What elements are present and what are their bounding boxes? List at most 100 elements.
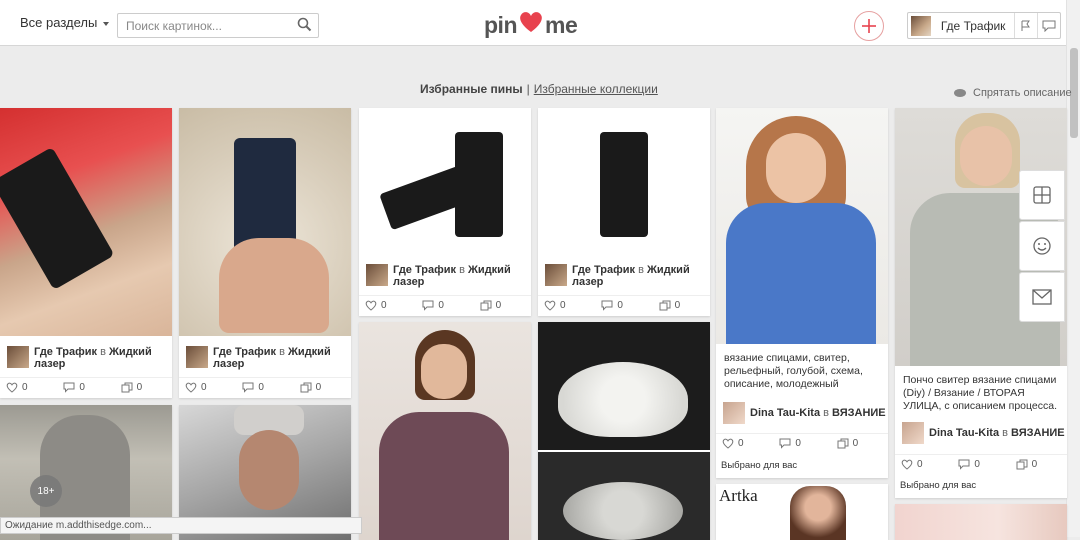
comment-button[interactable]: 0 — [236, 382, 293, 393]
like-button[interactable]: 0 — [895, 459, 952, 470]
like-button[interactable]: 0 — [359, 300, 416, 311]
board-name[interactable]: ВЯЗАНИЕ — [1011, 427, 1065, 439]
avatar — [911, 15, 931, 36]
repin-icon — [480, 300, 492, 311]
pin-card[interactable]: Где Трафик в Жидкий лазер 0 0 0 — [359, 108, 531, 316]
repin-button[interactable]: 0 — [474, 300, 531, 311]
pinner-info: Где Трафик в Жидкий лазер — [545, 264, 710, 288]
pin-image[interactable] — [359, 108, 531, 254]
pin-image[interactable] — [0, 108, 172, 336]
tab-favorite-collections[interactable]: Избранные коллекции — [534, 82, 658, 96]
pinner-in: в — [459, 264, 465, 276]
pin-card[interactable]: Где Трафик в Жидкий лазер 0 0 0 — [538, 108, 710, 316]
chevron-down-icon — [103, 21, 110, 26]
comment-icon — [958, 459, 970, 470]
pin-card[interactable] — [895, 504, 1067, 540]
pinner-name[interactable]: Где Трафик — [393, 264, 456, 276]
like-button[interactable]: 0 — [716, 438, 773, 449]
grid-icon[interactable] — [1019, 170, 1065, 220]
hide-description-label: Спрятать описание — [973, 87, 1072, 99]
heart-icon — [518, 10, 544, 40]
pinner-name[interactable]: Dina Tau-Kita — [750, 407, 820, 419]
avatar[interactable] — [186, 346, 208, 368]
pinner-name[interactable]: Где Трафик — [572, 264, 635, 276]
like-count: 0 — [22, 382, 28, 393]
repin-button[interactable]: 0 — [1010, 459, 1067, 470]
add-pin-button[interactable] — [854, 11, 884, 41]
search-icon[interactable] — [297, 17, 312, 37]
pinner-name[interactable]: Dina Tau-Kita — [929, 427, 999, 439]
chat-icon[interactable] — [1037, 13, 1060, 38]
pin-stats: 0 0 0 — [895, 454, 1067, 474]
comment-button[interactable]: 0 — [595, 300, 652, 311]
pinner-name[interactable]: Где Трафик — [213, 346, 276, 358]
comment-button[interactable]: 0 — [57, 382, 114, 393]
smiley-icon[interactable] — [1019, 221, 1065, 271]
like-count: 0 — [738, 438, 744, 449]
like-button[interactable]: 0 — [0, 382, 57, 393]
pinner-info: Dina Tau-Kita в ВЯЗАНИЕ — [723, 402, 886, 424]
pinner-in: в — [1002, 427, 1008, 439]
pin-card[interactable] — [359, 322, 531, 540]
pin-card[interactable]: Где Трафик в Жидкий лазер 0 0 0 — [179, 108, 351, 398]
comment-button[interactable]: 0 — [773, 438, 830, 449]
tab-favorite-pins[interactable]: Избранные пины — [420, 82, 523, 96]
hide-description-toggle[interactable]: Спрятать описание — [954, 87, 1072, 99]
avatar[interactable] — [366, 264, 388, 286]
comment-button[interactable]: 0 — [416, 300, 473, 311]
pin-description: Пончо свитер вязание спицами (Diy) / Вяз… — [903, 374, 1058, 412]
pin-image[interactable] — [179, 108, 351, 336]
like-button[interactable]: 0 — [179, 382, 236, 393]
pinner-info: Dina Tau-Kita в ВЯЗАНИЕ — [902, 422, 1065, 444]
pin-stats: 0 0 0 — [179, 377, 351, 397]
search-input[interactable] — [118, 14, 288, 37]
user-menu[interactable]: Где Трафик — [907, 12, 1061, 39]
pinner-name[interactable]: Где Трафик — [34, 346, 97, 358]
pin-image[interactable] — [538, 322, 710, 450]
repin-button[interactable]: 0 — [831, 438, 888, 449]
pin-card[interactable]: Artka — [716, 484, 888, 540]
comment-icon — [242, 382, 254, 393]
repin-button[interactable]: 0 — [115, 382, 172, 393]
pin-card[interactable] — [538, 322, 710, 540]
sections-dropdown[interactable]: Все разделы — [20, 15, 110, 30]
comment-count: 0 — [438, 300, 444, 311]
repin-icon — [121, 382, 133, 393]
pin-stats: 0 0 0 — [359, 295, 531, 315]
pin-image[interactable] — [895, 504, 1067, 540]
logo[interactable]: pin me — [484, 10, 578, 40]
comment-button[interactable]: 0 — [952, 459, 1009, 470]
board-name[interactable]: ВЯЗАНИЕ — [832, 407, 886, 419]
avatar[interactable] — [545, 264, 567, 286]
pin-image[interactable] — [359, 322, 531, 540]
repin-button[interactable]: 0 — [294, 382, 351, 393]
like-count: 0 — [381, 300, 387, 311]
pin-image[interactable] — [716, 108, 888, 344]
recommended-label: Выбрано для вас — [721, 460, 798, 471]
avatar[interactable] — [723, 402, 745, 424]
comment-count: 0 — [974, 459, 980, 470]
pin-image[interactable]: Artka — [716, 484, 888, 540]
heart-outline-icon — [901, 459, 913, 470]
scrollbar[interactable] — [1066, 0, 1080, 537]
search-box — [117, 13, 319, 38]
flag-icon[interactable] — [1014, 13, 1037, 38]
pinner-in: в — [100, 346, 106, 358]
artka-logo: Artka — [719, 486, 758, 505]
avatar[interactable] — [7, 346, 29, 368]
heart-outline-icon — [365, 300, 377, 311]
like-button[interactable]: 0 — [538, 300, 595, 311]
pin-card[interactable]: Где Трафик в Жидкий лазер 0 0 0 — [0, 108, 172, 398]
like-count: 0 — [560, 300, 566, 311]
mail-icon[interactable] — [1019, 272, 1065, 322]
avatar[interactable] — [902, 422, 924, 444]
pin-image[interactable] — [538, 452, 710, 540]
tab-separator: | — [526, 82, 530, 96]
comment-icon — [779, 438, 791, 449]
pin-image[interactable] — [538, 108, 710, 254]
side-toolbar — [1019, 170, 1065, 323]
repin-count: 0 — [852, 438, 859, 449]
repin-button[interactable]: 0 — [653, 300, 710, 311]
heart-outline-icon — [185, 382, 197, 393]
pin-card[interactable]: вязание спицами, свитер, рельефный, голу… — [716, 108, 888, 478]
